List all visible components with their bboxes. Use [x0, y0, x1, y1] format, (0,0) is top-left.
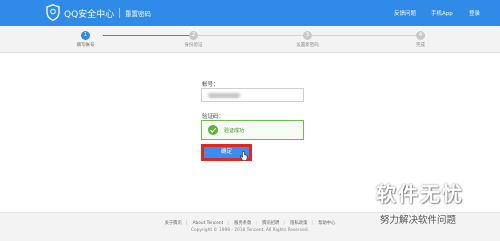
step-connector-done — [103, 35, 193, 36]
watermark-title: 软件无忧 — [376, 182, 464, 206]
step-2-circle: 2 — [189, 31, 198, 40]
watermark-subtitle: 努力解决软件问题 — [380, 215, 457, 226]
account-input[interactable] — [201, 88, 304, 102]
footer-link[interactable]: 关于腾讯 — [163, 221, 184, 226]
footer-link[interactable]: 服务条款 — [232, 221, 253, 226]
step-3-circle: 3 — [303, 31, 312, 40]
step-2-label: 身份验证 — [184, 43, 203, 48]
step-connector — [193, 35, 311, 36]
footer-link[interactable]: About Tencent — [191, 221, 226, 226]
step-4-circle: 4 — [416, 31, 425, 40]
verification-status-text: 验证成功 — [224, 128, 245, 134]
verification-status-box[interactable]: 验证成功 — [201, 120, 304, 140]
step-4-label: 完成 — [416, 43, 425, 48]
progress-steps: 1 填写帐号 2 身份验证 3 设置新密码 4 完成 — [0, 26, 500, 53]
verification-code-label: 验证码： — [202, 114, 225, 120]
step-1-label: 填写帐号 — [76, 43, 95, 48]
copyright-text: Copyright © 1998 - 2018 Tencent. All Rig… — [191, 228, 309, 233]
footer-link[interactable]: 帮助中心 — [316, 221, 337, 226]
step-1-circle: 1 — [81, 31, 90, 40]
feedback-link[interactable]: 反馈问题 — [394, 9, 416, 17]
blurred-account-value — [208, 93, 240, 98]
step-3-label: 设置新密码 — [296, 43, 319, 48]
footer-link[interactable]: 腾讯招聘 — [260, 221, 281, 226]
step-connector — [311, 35, 420, 36]
qq-shield-icon — [46, 4, 60, 21]
logo-text[interactable]: QQ安全中心 — [64, 7, 114, 20]
hand-cursor-icon — [240, 151, 248, 161]
check-circle-icon — [208, 125, 218, 135]
header-divider — [119, 8, 120, 18]
top-header: QQ安全中心 重置密码 反馈问题 手机App 登录 — [0, 0, 500, 26]
login-link[interactable]: 登录 — [469, 9, 480, 17]
footer-link[interactable]: 隐私政策 — [288, 221, 309, 226]
mobile-app-link[interactable]: 手机App — [431, 9, 453, 17]
page-title: 重置密码 — [125, 10, 151, 18]
account-label: 帐号： — [202, 82, 219, 88]
